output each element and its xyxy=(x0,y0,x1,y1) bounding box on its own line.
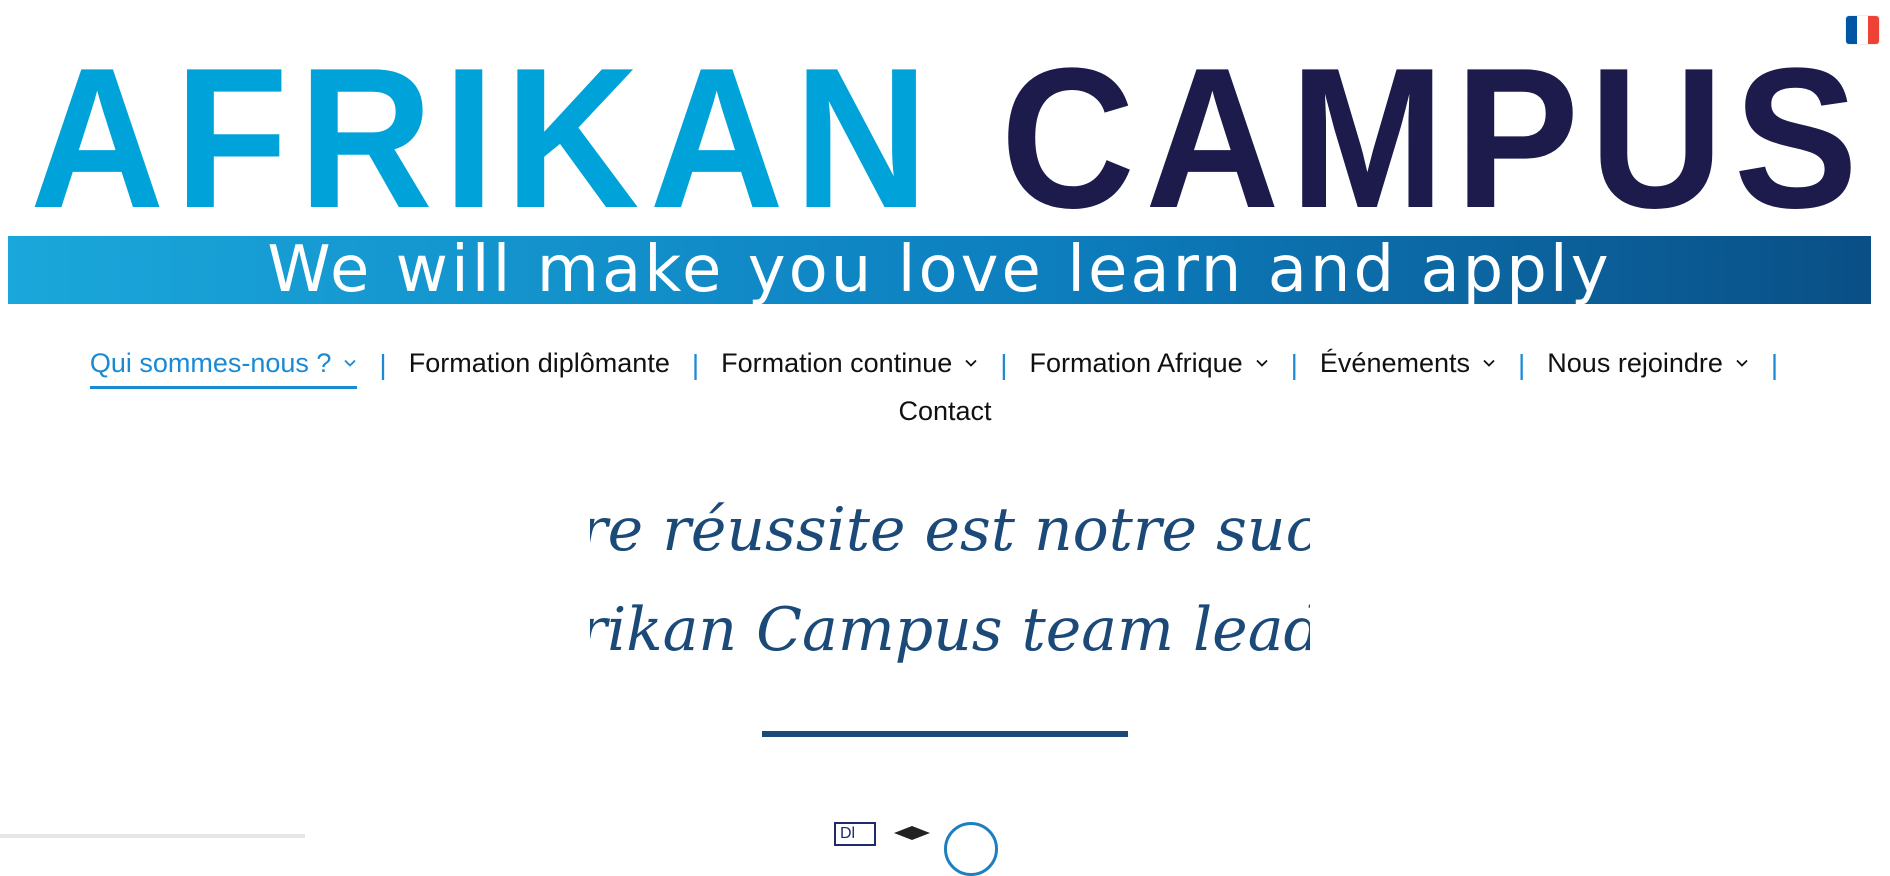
chevron-down-icon xyxy=(965,359,977,367)
chevron-down-icon xyxy=(1483,359,1495,367)
nav-item-evenements[interactable]: Événements xyxy=(1320,348,1496,383)
hero-underline xyxy=(762,731,1128,737)
nav-separator: | xyxy=(1290,349,1298,380)
logo-tagline: We will make you love learn and apply xyxy=(267,236,1612,304)
nav-item-label: Qui sommes-nous ? xyxy=(89,347,332,378)
main-navigation: Qui sommes-nous ? | Formation diplômante… xyxy=(0,340,1890,436)
logo-word-campus: CAMPUS xyxy=(1000,27,1869,250)
nav-item-label: Formation Afrique xyxy=(1029,347,1243,378)
certification-seal-icon[interactable] xyxy=(944,822,998,876)
nav-item-label: Formation continue xyxy=(721,347,953,378)
nav-item-qui-sommes-nous[interactable]: Qui sommes-nous ? xyxy=(89,347,358,389)
nav-separator: | xyxy=(1000,349,1008,380)
nav-separator: | xyxy=(1770,349,1779,380)
nav-row-primary: Qui sommes-nous ? | Formation diplômante… xyxy=(0,340,1890,390)
logo-word-afrikan: AFRIKAN xyxy=(30,27,939,250)
nav-item-nous-rejoindre[interactable]: Nous rejoindre xyxy=(1547,348,1749,383)
nav-item-contact[interactable]: Contact xyxy=(898,396,991,431)
hero-signature: Votre réussite est notre succès Afrikan … xyxy=(590,495,1310,665)
hero-line-2: Afrikan Campus team leader xyxy=(590,595,1310,665)
nav-item-formation-diplomante[interactable]: Formation diplômante xyxy=(409,348,670,383)
bottom-strip xyxy=(0,834,305,838)
nav-item-formation-continue[interactable]: Formation continue xyxy=(721,348,978,383)
chevron-down-icon xyxy=(1256,359,1268,367)
flag-red-stripe xyxy=(1868,16,1879,44)
hero-line-1: Votre réussite est notre succès xyxy=(590,495,1310,565)
logo-tagline-band: We will make you love learn and apply xyxy=(8,236,1871,304)
nav-item-formation-afrique[interactable]: Formation Afrique xyxy=(1030,348,1269,383)
chevron-down-icon xyxy=(1736,359,1748,367)
nav-separator: | xyxy=(1518,349,1526,380)
nav-separator: | xyxy=(691,349,700,380)
dl-badge-logo[interactable]: Dl xyxy=(834,822,876,846)
nav-row-secondary: Contact xyxy=(0,390,1890,436)
nav-item-label: Formation diplômante xyxy=(408,347,670,378)
nav-item-label: Événements xyxy=(1319,347,1471,378)
chevron-down-icon xyxy=(344,359,357,367)
nav-separator: | xyxy=(379,349,387,380)
nav-item-label: Nous rejoindre xyxy=(1547,347,1723,378)
nav-item-label: Contact xyxy=(898,395,992,426)
site-logo[interactable]: AFRIKAN CAMPUS xyxy=(30,39,1858,239)
graduation-cap-icon[interactable] xyxy=(892,824,932,844)
